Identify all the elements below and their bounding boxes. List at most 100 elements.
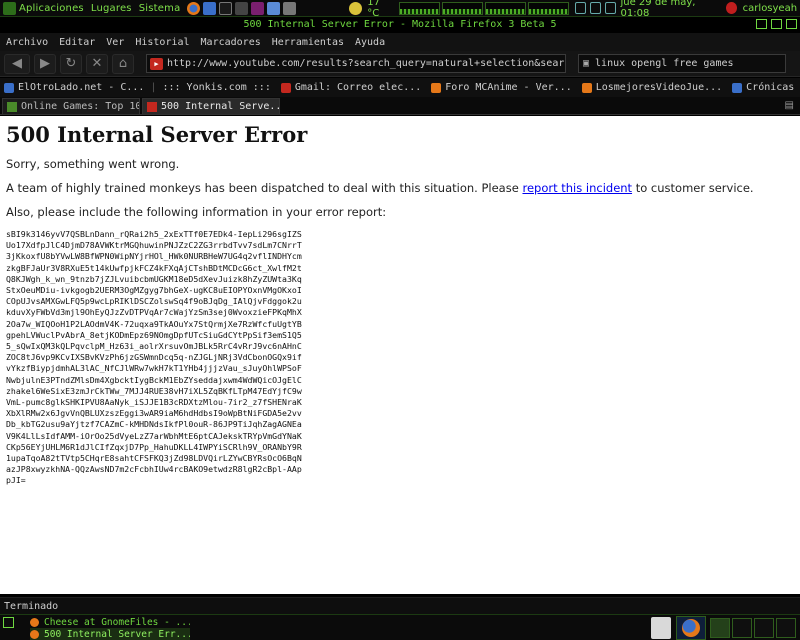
- tray-volume-icon[interactable]: [589, 2, 602, 14]
- top-panel: Aplicaciones Lugares Sistema 17 °C jue 2…: [0, 0, 800, 19]
- tab-favicon-icon: [7, 101, 17, 112]
- tab-online-games[interactable]: Online Games: Top 10 ...: [2, 98, 140, 114]
- email-launcher-icon[interactable]: [203, 1, 217, 15]
- workspace-4[interactable]: [776, 618, 796, 638]
- bookmark-label: ElOtroLado.net - C...: [18, 82, 145, 93]
- bookmark-label: Foro MCAnime - Ver...: [445, 82, 572, 93]
- firefox-icon: [30, 617, 39, 627]
- bookmark-label: Crónicas Roleras -...: [746, 82, 800, 93]
- bookmark-gmail[interactable]: Gmail: Correo elec...: [280, 82, 421, 93]
- trash-icon[interactable]: [651, 617, 671, 639]
- window-controls: [756, 19, 797, 29]
- bookmark-yonkis[interactable]: ::: Yonkis.com :::: [162, 82, 270, 93]
- monkeys-text-after: to customer service.: [632, 181, 754, 195]
- status-text: Terminado: [4, 600, 59, 612]
- back-arrow-icon: ◀: [12, 56, 22, 71]
- stop-button[interactable]: ✕: [86, 53, 108, 74]
- menu-ayuda[interactable]: Ayuda: [355, 37, 385, 48]
- terminal-launcher-icon[interactable]: [219, 1, 233, 15]
- window-title: 500 Internal Server Error - Mozilla Fire…: [243, 19, 557, 30]
- status-bar: Terminado: [0, 597, 800, 614]
- taskbar-item-label: 500 Internal Server Err...: [44, 628, 190, 640]
- reload-button[interactable]: ↻: [60, 53, 82, 74]
- panel-username[interactable]: carlosyeah: [743, 3, 797, 14]
- error-report-block: sBI9k3146yvV7QSBLnDann_rQRai2h5_2xExTTf0…: [6, 229, 302, 486]
- bottom-taskbar: Cheese at GnomeFiles - ... 500 Internal …: [0, 614, 800, 640]
- menu-archivo[interactable]: Archivo: [6, 37, 48, 48]
- menu-aplicaciones[interactable]: Aplicaciones: [19, 3, 84, 14]
- close-button[interactable]: [786, 19, 797, 29]
- menu-editar[interactable]: Editar: [59, 37, 95, 48]
- bookmarks-toolbar: ElOtroLado.net - C... | ::: Yonkis.com :…: [0, 78, 800, 97]
- search-engine-icon[interactable]: ▣: [583, 58, 589, 69]
- bookmark-label: ::: Yonkis.com :::: [162, 82, 271, 93]
- menu-marcadores[interactable]: Marcadores: [201, 37, 261, 48]
- search-value: linux opengl free games: [595, 58, 734, 69]
- tab-500-error[interactable]: 500 Internal Serve... ✕: [142, 98, 280, 114]
- bookmark-label: LosmejoresVideoJue...: [595, 82, 723, 93]
- firefox-icon: [30, 629, 39, 639]
- url-bar[interactable]: ▶ http://www.youtube.com/results?search_…: [146, 54, 566, 73]
- bookmark-separator: |: [150, 82, 157, 93]
- memory-monitor-graph: [442, 1, 483, 15]
- tab-favicon-icon: [147, 101, 157, 112]
- workspace-2[interactable]: [732, 618, 752, 638]
- taskbar-item-500-error[interactable]: 500 Internal Server Err...: [30, 628, 190, 640]
- menu-herramientas[interactable]: Herramientas: [272, 37, 344, 48]
- taskbar-item-label: Cheese at GnomeFiles - ...: [44, 616, 190, 628]
- search-input[interactable]: ▣ linux opengl free games: [578, 54, 786, 73]
- menu-historial[interactable]: Historial: [135, 37, 189, 48]
- menu-sistema[interactable]: Sistema: [139, 3, 181, 14]
- forward-button[interactable]: ▶: [34, 53, 56, 74]
- report-incident-link[interactable]: report this incident: [522, 181, 632, 195]
- home-button[interactable]: ⌂: [112, 53, 134, 74]
- workspace-1[interactable]: [710, 618, 730, 638]
- bookmark-favicon-icon: [431, 82, 442, 93]
- sorry-text: Sorry, something went wrong.: [6, 157, 180, 171]
- menu-lugares[interactable]: Lugares: [91, 3, 132, 14]
- menubar: Archivo Editar Ver Historial Marcadores …: [0, 33, 800, 51]
- firefox-icon: [682, 619, 700, 637]
- gnome-foot-icon[interactable]: [3, 1, 16, 15]
- bookmark-mcanime[interactable]: Foro MCAnime - Ver...: [431, 82, 572, 93]
- tab-strip: Online Games: Top 10 ... 500 Internal Se…: [0, 97, 800, 115]
- tab-label: 500 Internal Serve...: [161, 101, 280, 112]
- monkeys-text-before: A team of highly trained monkeys has bee…: [6, 181, 523, 195]
- page-heading: 500 Internal Server Error: [6, 122, 308, 147]
- firefox-launcher-icon[interactable]: [187, 1, 201, 15]
- forward-arrow-icon: ▶: [40, 56, 50, 71]
- menu-ver[interactable]: Ver: [106, 37, 124, 48]
- minimize-button[interactable]: [756, 19, 767, 29]
- also-text: Also, please include the following infor…: [6, 205, 387, 219]
- bookmark-favicon-icon: [4, 82, 14, 93]
- taskbar-item-cheese[interactable]: Cheese at GnomeFiles - ...: [30, 616, 190, 628]
- firefox-dock-button[interactable]: [676, 616, 706, 640]
- bookmark-favicon-icon: [581, 82, 592, 93]
- workspace-switcher: [710, 618, 796, 638]
- show-desktop-icon[interactable]: [3, 617, 14, 628]
- tray-network-icon[interactable]: [574, 2, 586, 14]
- editor-launcher-icon[interactable]: [235, 1, 249, 15]
- bookmark-losmejoresvideojuegos[interactable]: LosmejoresVideoJue...: [581, 82, 723, 93]
- tab-label: Online Games: Top 10 ...: [21, 101, 139, 112]
- media-launcher-icon[interactable]: [267, 1, 281, 15]
- other-launcher-icon[interactable]: [283, 1, 297, 15]
- workspace-3[interactable]: [754, 618, 774, 638]
- load-monitor-graph: [527, 1, 569, 15]
- navigation-toolbar: ◀ ▶ ↻ ✕ ⌂ ▶ http://www.youtube.com/resul…: [0, 51, 800, 77]
- bookmark-favicon-icon: [732, 82, 743, 93]
- reload-icon: ↻: [65, 56, 77, 71]
- messenger-launcher-icon[interactable]: [251, 1, 265, 15]
- maximize-button[interactable]: [771, 19, 782, 29]
- back-button[interactable]: ◀: [4, 53, 30, 74]
- monkeys-paragraph: A team of highly trained monkeys has bee…: [6, 181, 794, 195]
- youtube-favicon-icon: ▶: [150, 57, 163, 70]
- bookmark-elotrolado[interactable]: ElOtroLado.net - C...: [4, 82, 144, 93]
- tray-update-icon[interactable]: [605, 2, 617, 14]
- window-titlebar: 500 Internal Server Error - Mozilla Fire…: [0, 17, 800, 32]
- home-icon: ⌂: [118, 56, 128, 71]
- bookmark-cronicas-roleras[interactable]: Crónicas Roleras -...: [732, 82, 800, 93]
- shutdown-icon[interactable]: [725, 2, 737, 14]
- page-content: 500 Internal Server Error Sorry, somethi…: [0, 116, 800, 594]
- tab-list-menu-icon[interactable]: ▤: [785, 100, 794, 111]
